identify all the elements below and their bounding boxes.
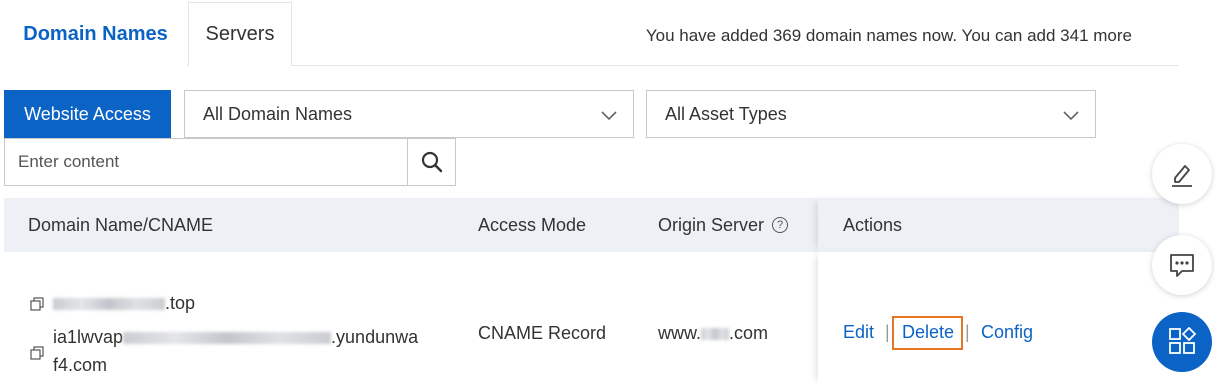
column-domain: Domain Name/CNAME (28, 214, 214, 235)
copy-icon[interactable] (30, 346, 44, 360)
chevron-down-icon (601, 111, 617, 121)
origin-server-value: www. .com (658, 323, 768, 344)
separator: | (885, 322, 890, 342)
edit-link[interactable]: Edit (843, 322, 874, 343)
search-box (4, 138, 456, 186)
apps-icon (1169, 327, 1197, 354)
redacted-text (123, 331, 332, 344)
domain-filter-select[interactable]: All Domain Names (184, 90, 634, 138)
column-origin-label: Origin Server (658, 214, 765, 235)
asset-filter-value: All Asset Types (665, 103, 787, 124)
redacted-text (53, 297, 165, 310)
config-link[interactable]: Config (981, 322, 1033, 343)
cname-wrap: f4.com (53, 355, 108, 375)
asset-type-select[interactable]: All Asset Types (646, 90, 1096, 138)
chat-icon (1170, 254, 1194, 277)
edit-fab[interactable] (1152, 144, 1212, 204)
cname-prefix: ia1lwvap (53, 327, 124, 347)
table-header: Domain Name/CNAME Access Mode Origin Ser… (4, 198, 1179, 252)
apps-fab[interactable] (1152, 312, 1212, 372)
website-access-button[interactable]: Website Access (4, 90, 171, 138)
search-button[interactable] (407, 139, 455, 185)
column-actions: Actions (818, 198, 1179, 252)
cname-line: ia1lwvap .yundunwa (53, 327, 418, 348)
quota-text: You have added 369 domain names now. You… (645, 26, 1132, 45)
access-mode-value: CNAME Record (478, 323, 607, 343)
column-origin-server: Origin Server ? (658, 198, 789, 252)
column-access-mode: Access Mode (478, 214, 587, 235)
edit-icon (1172, 165, 1192, 187)
help-icon[interactable]: ? (772, 217, 789, 233)
tab-domain-names[interactable]: Domain Names (4, 2, 187, 67)
tab-bar: Domain Names Servers You have added 369 … (4, 2, 1179, 67)
origin-prefix: www. (658, 323, 702, 343)
domain-name: .top (53, 293, 195, 314)
copy-icon[interactable] (30, 297, 44, 311)
cname-suffix: .yundunwa (331, 327, 419, 347)
domain-filter-value: All Domain Names (203, 103, 353, 124)
chat-fab[interactable] (1152, 235, 1212, 295)
redacted-text (701, 327, 730, 340)
actions-column (818, 252, 1179, 384)
origin-suffix: .com (729, 323, 769, 343)
chevron-down-icon (1063, 111, 1079, 121)
delete-link[interactable]: Delete (902, 322, 954, 343)
search-icon (421, 151, 442, 173)
separator: | (965, 322, 970, 342)
search-input[interactable] (5, 139, 407, 185)
domain-suffix: .top (165, 293, 196, 313)
tab-servers[interactable]: Servers (188, 2, 292, 66)
